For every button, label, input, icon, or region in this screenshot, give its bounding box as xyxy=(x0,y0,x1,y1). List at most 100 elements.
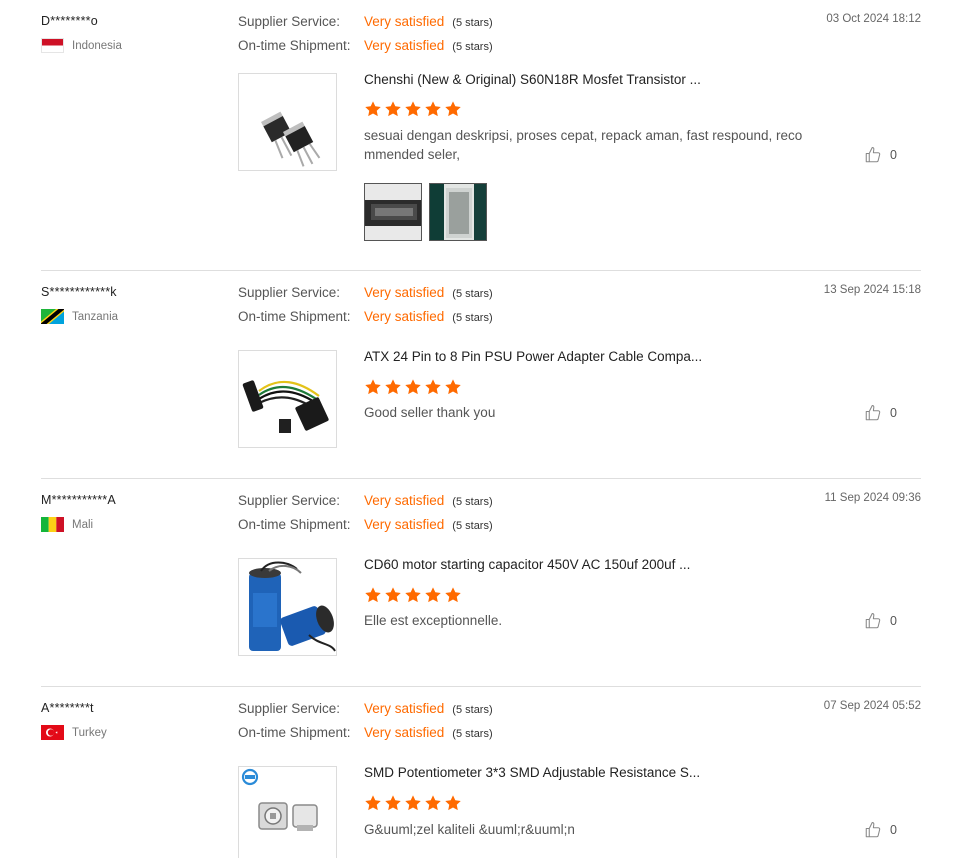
transistor-product-image[interactable] xyxy=(238,73,337,171)
like-count: 0 xyxy=(890,614,897,628)
supplier-service-label: Supplier Service: xyxy=(238,493,341,508)
shipment-rating: On-time Shipment: Very satisfied (5 star… xyxy=(238,725,493,740)
review-date: 07 Sep 2024 05:52 xyxy=(823,700,921,712)
review-comment: Good seller thank you xyxy=(364,405,496,420)
turkey-flag-icon xyxy=(41,725,64,740)
helpful-like-button[interactable]: 0 xyxy=(864,404,897,422)
supplier-service-value: Very satisfied xyxy=(364,14,445,29)
star-icon xyxy=(404,378,422,396)
shipment-rating: On-time Shipment: Very satisfied (5 star… xyxy=(238,38,493,53)
star-icon xyxy=(424,586,442,604)
star-icon xyxy=(444,586,462,604)
shipment-label: On-time Shipment: xyxy=(238,309,351,324)
tanzania-flag-icon xyxy=(41,309,64,324)
review-photo[interactable] xyxy=(429,183,487,241)
star-icon xyxy=(364,586,382,604)
review-photo[interactable] xyxy=(364,183,422,241)
star-icon xyxy=(364,378,382,396)
product-title-link[interactable]: CD60 motor starting capacitor 450V AC 15… xyxy=(364,557,690,572)
supplier-service-stars: (5 stars) xyxy=(452,17,493,29)
review-date: 13 Sep 2024 15:18 xyxy=(823,284,921,296)
shipment-stars: (5 stars) xyxy=(452,41,493,53)
shipment-value: Very satisfied xyxy=(364,309,445,324)
shipment-value: Very satisfied xyxy=(364,517,445,532)
star-icon xyxy=(424,100,442,118)
shipment-value: Very satisfied xyxy=(364,38,445,53)
review-item: M***********A Mali Supplier Service: Ver… xyxy=(41,479,921,686)
country-name: Turkey xyxy=(72,726,107,739)
supplier-service-label: Supplier Service: xyxy=(238,285,341,300)
product-rating-stars xyxy=(364,378,462,396)
product-title-link[interactable]: ATX 24 Pin to 8 Pin PSU Power Adapter Ca… xyxy=(364,349,702,364)
supplier-service-value: Very satisfied xyxy=(364,701,445,716)
star-icon xyxy=(384,794,402,812)
helpful-like-button[interactable]: 0 xyxy=(864,612,897,630)
supplier-service-stars: (5 stars) xyxy=(452,288,493,300)
review-comment: sesuai dengan deskripsi, proses cepat, r… xyxy=(364,128,803,162)
star-icon xyxy=(364,100,382,118)
mali-flag-icon xyxy=(41,517,64,532)
star-icon xyxy=(444,100,462,118)
review-comment: G&uuml;zel kaliteli &uuml;r&uuml;n xyxy=(364,822,575,837)
star-icon xyxy=(384,586,402,604)
thumbs-up-icon xyxy=(864,404,882,422)
review-photos xyxy=(364,183,487,241)
country-name: Indonesia xyxy=(72,39,122,52)
shipment-rating: On-time Shipment: Very satisfied (5 star… xyxy=(238,309,493,324)
indonesia-flag-icon xyxy=(41,38,64,53)
star-icon xyxy=(384,100,402,118)
supplier-service-rating: Supplier Service: Very satisfied (5 star… xyxy=(238,493,493,508)
product-rating-stars xyxy=(364,100,462,118)
product-rating-stars xyxy=(364,586,462,604)
shipment-value: Very satisfied xyxy=(364,725,445,740)
capacitor-product-image[interactable] xyxy=(238,558,337,656)
supplier-service-label: Supplier Service: xyxy=(238,701,341,716)
shipment-stars: (5 stars) xyxy=(452,312,493,324)
buyer-country: Tanzania xyxy=(41,309,118,324)
thumbs-up-icon xyxy=(864,612,882,630)
supplier-service-stars: (5 stars) xyxy=(452,704,493,716)
star-icon xyxy=(404,794,422,812)
shipment-stars: (5 stars) xyxy=(452,520,493,532)
helpful-like-button[interactable]: 0 xyxy=(864,146,897,164)
shipment-stars: (5 stars) xyxy=(452,728,493,740)
shipment-label: On-time Shipment: xyxy=(238,725,351,740)
product-title-link[interactable]: SMD Potentiometer 3*3 SMD Adjustable Res… xyxy=(364,765,700,780)
star-icon xyxy=(404,586,422,604)
buyer-name: S************k xyxy=(41,285,117,299)
buyer-country: Indonesia xyxy=(41,38,122,53)
supplier-service-rating: Supplier Service: Very satisfied (5 star… xyxy=(238,14,493,29)
like-count: 0 xyxy=(890,406,897,420)
like-count: 0 xyxy=(890,823,897,837)
buyer-country: Turkey xyxy=(41,725,107,740)
supplier-service-label: Supplier Service: xyxy=(238,14,341,29)
shipment-label: On-time Shipment: xyxy=(238,38,351,53)
star-icon xyxy=(384,378,402,396)
review-date: 11 Sep 2024 09:36 xyxy=(824,492,921,504)
review-item: D********o Indonesia Supplier Service: V… xyxy=(41,0,921,270)
star-icon xyxy=(424,378,442,396)
review-item: S************k Tanzania Supplier Service… xyxy=(41,271,921,478)
review-comment: Elle est exceptionnelle. xyxy=(364,613,503,628)
helpful-like-button[interactable]: 0 xyxy=(864,821,897,839)
star-icon xyxy=(424,794,442,812)
potentiometer-product-image[interactable] xyxy=(238,766,337,858)
review-date: 03 Oct 2024 18:12 xyxy=(826,13,921,25)
buyer-name: A********t xyxy=(41,701,94,715)
like-count: 0 xyxy=(890,148,897,162)
buyer-name: M***********A xyxy=(41,493,116,507)
star-icon xyxy=(444,378,462,396)
shipment-label: On-time Shipment: xyxy=(238,517,351,532)
supplier-service-rating: Supplier Service: Very satisfied (5 star… xyxy=(238,285,493,300)
thumbs-up-icon xyxy=(864,146,882,164)
buyer-country: Mali xyxy=(41,517,93,532)
supplier-service-rating: Supplier Service: Very satisfied (5 star… xyxy=(238,701,493,716)
product-title-link[interactable]: Chenshi (New & Original) S60N18R Mosfet … xyxy=(364,72,701,87)
shipment-rating: On-time Shipment: Very satisfied (5 star… xyxy=(238,517,493,532)
supplier-service-value: Very satisfied xyxy=(364,493,445,508)
country-name: Mali xyxy=(72,518,94,531)
star-icon xyxy=(404,100,422,118)
cable-product-image[interactable] xyxy=(238,350,337,448)
review-item: A********t Turkey Supplier Service: Very… xyxy=(41,687,921,858)
thumbs-up-icon xyxy=(864,821,882,839)
